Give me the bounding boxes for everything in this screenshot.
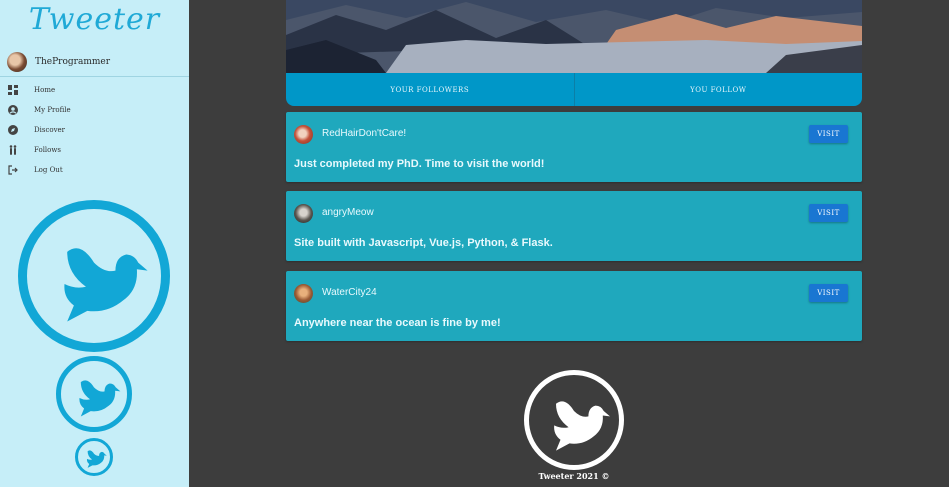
sidebar-item-home[interactable]: Home <box>0 82 189 102</box>
post-username[interactable]: RedHairDon'tCare! <box>322 128 406 139</box>
sidebar-item-log-out[interactable]: Log Out <box>0 162 189 182</box>
post-text: Anywhere near the ocean is fine by me! <box>294 317 501 329</box>
sidebar-item-follows[interactable]: Follows <box>0 142 189 162</box>
sidebar-item-label: Home <box>34 86 56 94</box>
bird-logo-medium <box>56 356 132 432</box>
follow-tabs: YOUR FOLLOWERS YOU FOLLOW <box>286 73 862 106</box>
sidebar-item-my-profile[interactable]: My Profile <box>0 102 189 122</box>
tab-you-follow[interactable]: YOU FOLLOW <box>573 73 863 106</box>
tab-your-followers[interactable]: YOUR FOLLOWERS <box>286 73 574 106</box>
compass-icon <box>8 125 18 135</box>
post-username[interactable]: angryMeow <box>322 207 374 218</box>
visit-button[interactable]: VISIT <box>809 125 848 143</box>
brand-logo-text[interactable]: Tweeter <box>0 2 189 37</box>
visit-button[interactable]: VISIT <box>809 284 848 302</box>
bird-icon <box>64 248 148 322</box>
post-card: RedHairDon'tCare! VISIT Just completed m… <box>286 112 862 182</box>
people-icon <box>9 145 17 155</box>
mountain-landscape <box>286 0 862 73</box>
sidebar-item-label: Log Out <box>34 166 63 174</box>
dashboard-icon <box>8 85 18 95</box>
sidebar-item-label: Discover <box>34 126 66 134</box>
account-circle-icon <box>8 105 18 115</box>
post-text: Just completed my PhD. Time to visit the… <box>294 158 545 170</box>
sidebar: Tweeter TheProgrammer Home My Profile Di… <box>0 0 189 487</box>
current-user[interactable]: TheProgrammer <box>0 50 189 77</box>
avatar[interactable] <box>294 204 313 223</box>
sidebar-item-label: Follows <box>34 146 61 154</box>
post-card: WaterCity24 VISIT Anywhere near the ocea… <box>286 271 862 341</box>
logout-icon <box>8 165 18 175</box>
avatar <box>7 52 27 72</box>
bird-icon <box>79 380 121 417</box>
sidebar-item-label: My Profile <box>34 106 71 114</box>
bird-icon <box>86 450 107 468</box>
footer-copyright: Tweeter 2021 © <box>538 471 610 481</box>
post-text: Site built with Javascript, Vue.js, Pyth… <box>294 237 553 249</box>
bird-icon <box>554 401 610 451</box>
bird-logo-small <box>75 438 113 476</box>
post-username[interactable]: WaterCity24 <box>322 287 377 298</box>
profile-banner-image <box>286 0 862 73</box>
footer-bird-logo <box>524 370 624 470</box>
avatar[interactable] <box>294 284 313 303</box>
post-card: angryMeow VISIT Site built with Javascri… <box>286 191 862 261</box>
user-name: TheProgrammer <box>35 57 111 67</box>
sidebar-nav: Home My Profile Discover Follows Log Out <box>0 82 189 182</box>
avatar[interactable] <box>294 125 313 144</box>
bird-logo-large <box>18 200 170 352</box>
sidebar-item-discover[interactable]: Discover <box>0 122 189 142</box>
visit-button[interactable]: VISIT <box>809 204 848 222</box>
